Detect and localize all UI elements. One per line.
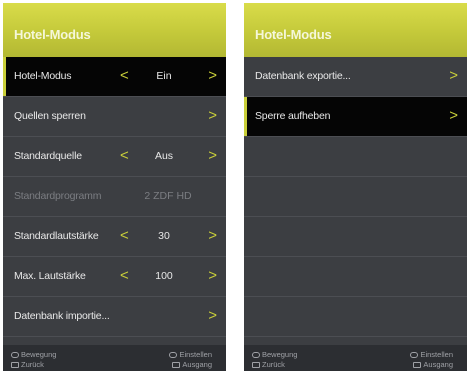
menu-row-default-volume[interactable]: Standardlautstärke < 30 > [3,217,226,257]
chevron-right-icon[interactable]: > [208,307,217,324]
menu-row-default-program: Standardprogramm 2 ZDF HD [3,177,226,217]
exit-key-icon [172,361,181,368]
legend-settings: Einstellen [169,350,212,359]
legend-label: Bewegung [262,350,298,359]
menu-row-value: Aus [154,150,174,162]
chevron-left-icon[interactable]: < [120,227,129,244]
legend-back: Zurück [252,360,285,369]
legend-label: Ausgang [182,360,212,369]
ok-key-icon [410,351,419,358]
exit-key-icon [413,361,422,368]
menu-row-value: 100 [155,270,173,282]
menu-list: Datenbank exportie... > Sperre aufheben … [244,57,467,337]
menu-row-value: 30 [158,230,170,242]
menu-row-hotel-mode[interactable]: Hotel-Modus < Ein > [3,57,226,97]
nav-keys-icon [11,351,19,358]
legend-label: Einstellen [420,350,453,359]
menu-row-label: Hotel-Modus [14,70,72,82]
menu-row-label: Quellen sperren [14,110,86,122]
legend-exit: Ausgang [413,360,453,369]
menu-row-label: Sperre aufheben [255,110,331,122]
menu-row-lock-sources[interactable]: Quellen sperren > [3,97,226,137]
chevron-left-icon[interactable]: < [120,147,129,164]
menu-row-database-import[interactable]: Datenbank importie... > [3,297,226,337]
legend-label: Zurück [21,360,44,369]
menu-row-label: Standardprogramm [14,190,102,202]
menu-title: Hotel-Modus [244,3,467,57]
chevron-left-icon[interactable]: < [120,267,129,284]
key-legend: Bewegung Zurück Einstellen Ausgang [3,345,226,371]
empty-row [244,217,467,257]
legend-label: Ausgang [423,360,453,369]
back-key-icon [11,361,19,368]
legend-move: Bewegung [252,350,297,359]
chevron-right-icon[interactable]: > [449,67,458,84]
empty-row [244,177,467,217]
empty-row [244,137,467,177]
legend-label: Zurück [262,360,285,369]
menu-row-label: Datenbank importie... [14,310,110,322]
empty-row [244,257,467,297]
menu-row-value: 2 ZDF HD [144,190,192,202]
legend-exit: Ausgang [172,360,212,369]
chevron-right-icon[interactable]: > [449,107,458,124]
key-legend: Bewegung Zurück Einstellen Ausgang [244,345,467,371]
menu-list: Hotel-Modus < Ein > Quellen sperren > St… [3,57,226,337]
menu-row-label: Standardquelle [14,150,82,162]
legend-back: Zurück [11,360,44,369]
chevron-right-icon[interactable]: > [208,147,217,164]
legend-move: Bewegung [11,350,56,359]
chevron-right-icon[interactable]: > [208,107,217,124]
chevron-right-icon[interactable]: > [208,67,217,84]
menu-row-label: Standardlautstärke [14,230,99,242]
hotel-mode-menu-left: Hotel-Modus Hotel-Modus < Ein > Quellen … [3,3,226,371]
empty-row [244,297,467,337]
legend-settings: Einstellen [410,350,453,359]
legend-label: Bewegung [21,350,57,359]
chevron-right-icon[interactable]: > [208,227,217,244]
menu-row-unlock[interactable]: Sperre aufheben > [244,97,467,137]
menu-row-value: Ein [156,70,172,82]
menu-title: Hotel-Modus [3,3,226,57]
hotel-mode-menu-right: Hotel-Modus Datenbank exportie... > Sper… [244,3,467,371]
chevron-left-icon[interactable]: < [120,67,129,84]
back-key-icon [252,361,260,368]
menu-row-label: Max. Lautstärke [14,270,86,282]
ok-key-icon [169,351,178,358]
menu-row-database-export[interactable]: Datenbank exportie... > [244,57,467,97]
chevron-right-icon[interactable]: > [208,267,217,284]
nav-keys-icon [252,351,260,358]
legend-label: Einstellen [179,350,212,359]
menu-row-max-volume[interactable]: Max. Lautstärke < 100 > [3,257,226,297]
menu-row-default-source[interactable]: Standardquelle < Aus > [3,137,226,177]
menu-row-label: Datenbank exportie... [255,70,351,82]
